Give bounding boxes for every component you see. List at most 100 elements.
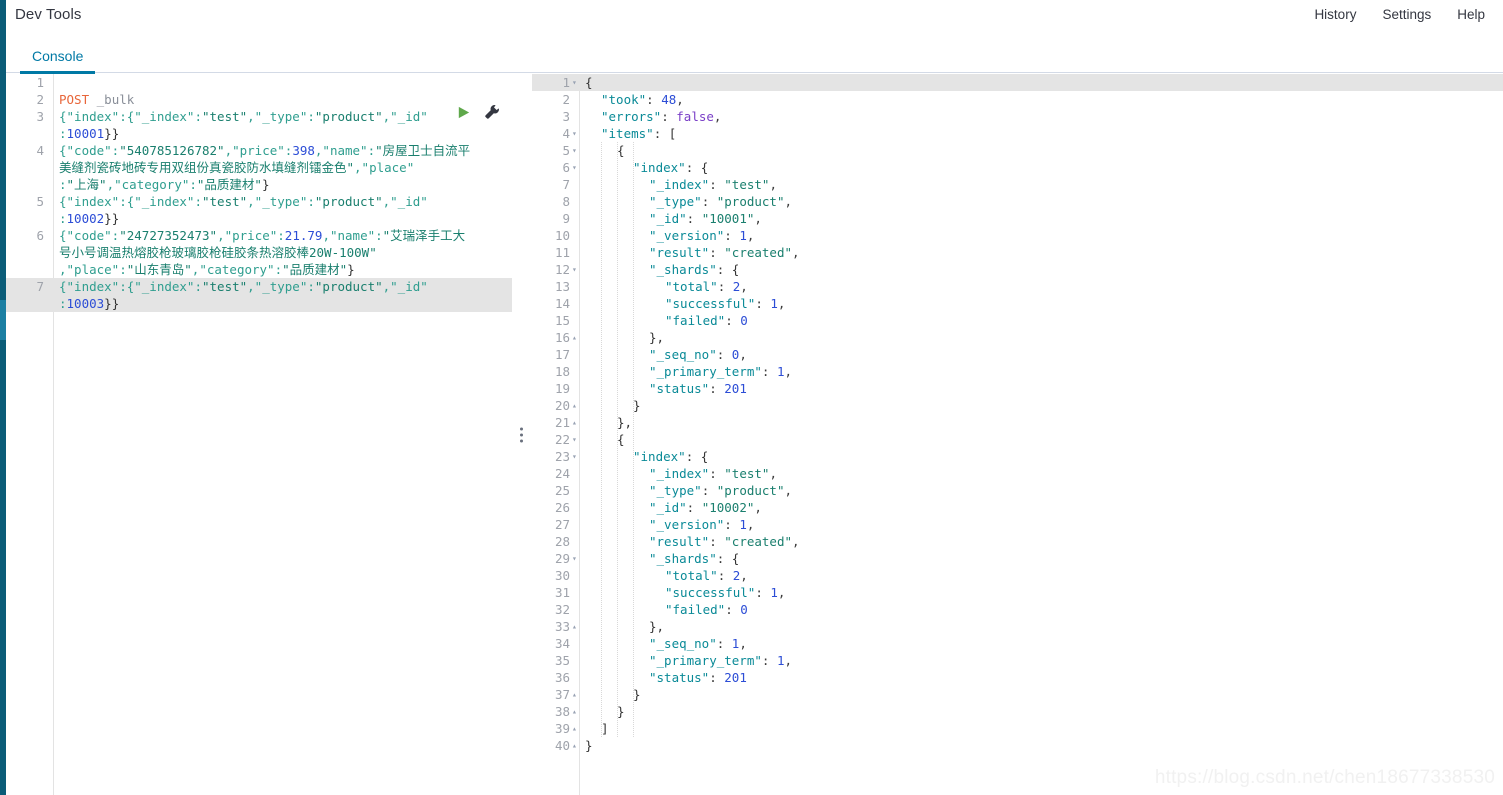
line-number: 27 bbox=[554, 517, 570, 532]
code-token: }} bbox=[104, 126, 120, 141]
code-line[interactable]: 1 bbox=[6, 74, 512, 91]
code-line[interactable]: 32 "failed": 0 bbox=[532, 601, 1503, 618]
code-line[interactable]: 29 "_shards": { bbox=[532, 550, 1503, 567]
play-icon[interactable] bbox=[456, 105, 471, 120]
chevron-up-icon[interactable] bbox=[572, 691, 579, 698]
code-line[interactable]: 3 {"index":{"_index":"test","_type":"prod… bbox=[6, 108, 512, 125]
nav-link-help[interactable]: Help bbox=[1457, 7, 1485, 22]
nav-link-settings[interactable]: Settings bbox=[1382, 7, 1431, 22]
code-line[interactable]: 1{ bbox=[532, 74, 1503, 91]
code-line[interactable]: 19 "status": 201 bbox=[532, 380, 1503, 397]
code-line[interactable]: 30 "total": 2, bbox=[532, 567, 1503, 584]
code-line[interactable]: 35 "_primary_term": 1, bbox=[532, 652, 1503, 669]
chevron-down-icon[interactable] bbox=[572, 164, 579, 171]
code-line[interactable]: 34 "_seq_no": 1, bbox=[532, 635, 1503, 652]
code-token: "_type" bbox=[649, 194, 702, 209]
code-line[interactable]: 14 "successful": 1, bbox=[532, 295, 1503, 312]
chevron-down-icon[interactable] bbox=[572, 555, 579, 562]
line-number: 17 bbox=[554, 347, 570, 362]
code-line-text: ,"place":"山东青岛","category":"品质建材"} bbox=[54, 261, 512, 278]
chevron-up-icon[interactable] bbox=[572, 419, 579, 426]
code-line[interactable]: 12 "_shards": { bbox=[532, 261, 1503, 278]
code-token: "_index" bbox=[649, 466, 710, 481]
code-token: : bbox=[709, 177, 725, 192]
chevron-up-icon[interactable] bbox=[572, 708, 579, 715]
nav-link-history[interactable]: History bbox=[1314, 7, 1356, 22]
drag-handle-icon[interactable] bbox=[520, 427, 523, 442]
code-line[interactable]: 8 "_type": "product", bbox=[532, 193, 1503, 210]
chevron-down-icon[interactable] bbox=[572, 147, 579, 154]
wrench-icon[interactable] bbox=[484, 104, 500, 120]
code-line[interactable]: 20} bbox=[532, 397, 1503, 414]
code-line[interactable]: 6 "index": { bbox=[532, 159, 1503, 176]
pane-splitter[interactable] bbox=[512, 74, 532, 795]
code-line[interactable]: 33}, bbox=[532, 618, 1503, 635]
code-line-text: "status": 201 bbox=[580, 380, 1503, 397]
code-line[interactable]: 23 "index": { bbox=[532, 448, 1503, 465]
line-number: 36 bbox=[554, 670, 570, 685]
code-line[interactable]: 17 "_seq_no": 0, bbox=[532, 346, 1503, 363]
code-line[interactable]: 16}, bbox=[532, 329, 1503, 346]
response-pane[interactable]: 1{2"took": 48,3"errors": false,4"items":… bbox=[532, 74, 1503, 795]
code-line[interactable]: 24 "_index": "test", bbox=[532, 465, 1503, 482]
line-number: 24 bbox=[554, 466, 570, 481]
code-token: : bbox=[685, 160, 701, 175]
code-token: , bbox=[792, 534, 800, 549]
code-line[interactable]: 7 "_index": "test", bbox=[532, 176, 1503, 193]
chevron-up-icon[interactable] bbox=[572, 334, 579, 341]
chevron-up-icon[interactable] bbox=[572, 402, 579, 409]
code-line[interactable]: 31 "successful": 1, bbox=[532, 584, 1503, 601]
code-line-text: "failed": 0 bbox=[580, 312, 1503, 329]
code-line[interactable]: 10 "_version": 1, bbox=[532, 227, 1503, 244]
code-line[interactable]: 5{ bbox=[532, 142, 1503, 159]
code-token: : bbox=[59, 296, 67, 311]
code-token: "test" bbox=[724, 177, 770, 192]
line-number: 5 bbox=[562, 143, 570, 158]
code-line[interactable]: 3 "errors": false, bbox=[532, 108, 1503, 125]
code-line[interactable]: 6 {"code":"24727352473","price":21.79,"na… bbox=[6, 227, 512, 244]
code-token: { bbox=[700, 160, 709, 175]
code-line-text: "_seq_no": 1, bbox=[580, 635, 1503, 652]
chevron-down-icon[interactable] bbox=[572, 130, 579, 137]
line-number: 22 bbox=[554, 432, 570, 447]
code-line[interactable]: 4 "items": [ bbox=[532, 125, 1503, 142]
code-line[interactable]: 36 "status": 201 bbox=[532, 669, 1503, 686]
code-token: "failed" bbox=[665, 313, 726, 328]
code-token: "took" bbox=[601, 92, 647, 107]
chevron-up-icon[interactable] bbox=[572, 742, 579, 749]
code-line[interactable]: 26 "_id": "10002", bbox=[532, 499, 1503, 516]
code-line[interactable]: 18 "_primary_term": 1, bbox=[532, 363, 1503, 380]
line-number: 6 bbox=[562, 160, 570, 175]
code-line[interactable]: 27 "_version": 1, bbox=[532, 516, 1503, 533]
code-line[interactable]: 25 "_type": "product", bbox=[532, 482, 1503, 499]
response-code-area[interactable]: 1{2"took": 48,3"errors": false,4"items":… bbox=[532, 74, 1503, 754]
code-line[interactable]: 7 {"index":{"_index":"test","_type":"prod… bbox=[6, 278, 512, 295]
code-line[interactable]: 21}, bbox=[532, 414, 1503, 431]
chevron-down-icon[interactable] bbox=[572, 266, 579, 273]
code-token: "_id" bbox=[649, 211, 687, 226]
code-line[interactable]: 40} bbox=[532, 737, 1503, 754]
code-line[interactable]: 37} bbox=[532, 686, 1503, 703]
code-line[interactable]: 38} bbox=[532, 703, 1503, 720]
chevron-down-icon[interactable] bbox=[572, 453, 579, 460]
tab-console[interactable]: Console bbox=[20, 38, 96, 74]
chevron-down-icon[interactable] bbox=[572, 436, 579, 443]
code-line[interactable]: 11 "result": "created", bbox=[532, 244, 1503, 261]
code-line[interactable]: 2 POST _bulk bbox=[6, 91, 512, 108]
chevron-down-icon[interactable] bbox=[572, 79, 579, 86]
code-line[interactable]: 5 {"index":{"_index":"test","_type":"prod… bbox=[6, 193, 512, 210]
chevron-up-icon[interactable] bbox=[572, 623, 579, 630]
code-line[interactable]: 2 "took": 48, bbox=[532, 91, 1503, 108]
code-line[interactable]: 4 {"code":"540785126782","price":398,"nam… bbox=[6, 142, 512, 159]
code-line[interactable]: 13 "total": 2, bbox=[532, 278, 1503, 295]
request-code-area[interactable]: 1 2 POST _bulk 3 {"index":{"_index":"test","… bbox=[6, 74, 512, 312]
code-line[interactable]: 39] bbox=[532, 720, 1503, 737]
code-line[interactable]: 9 "_id": "10001", bbox=[532, 210, 1503, 227]
chevron-up-icon[interactable] bbox=[572, 725, 579, 732]
line-number: 6 bbox=[36, 228, 44, 243]
code-line[interactable]: 22 { bbox=[532, 431, 1503, 448]
request-pane[interactable]: 1 2 POST _bulk 3 {"index":{"_index":"test","… bbox=[6, 74, 512, 795]
code-line-text: }, bbox=[580, 618, 1503, 635]
code-line[interactable]: 15 "failed": 0 bbox=[532, 312, 1503, 329]
code-line[interactable]: 28 "result": "created", bbox=[532, 533, 1503, 550]
